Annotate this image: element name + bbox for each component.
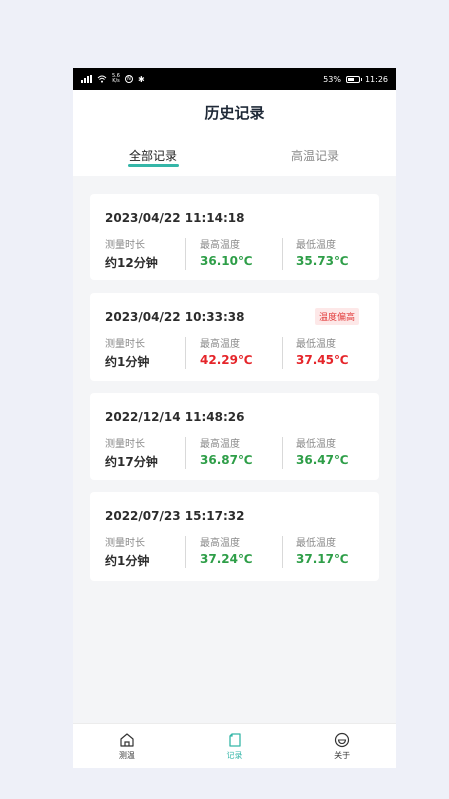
divider	[185, 536, 186, 568]
duration-value: 约12分钟	[105, 256, 158, 270]
duration-column: 测量时长 约1分钟	[105, 534, 149, 569]
min-temp-column: 最低温度 36.47℃	[296, 435, 349, 467]
status-time: 11:26	[364, 74, 388, 84]
max-temp-column: 最高温度 36.10℃	[200, 236, 253, 268]
max-temp-label: 最高温度	[200, 538, 240, 549]
duration-column: 测量时长 约12分钟	[105, 236, 158, 271]
divider	[282, 337, 283, 369]
max-temp-label: 最高温度	[200, 439, 240, 450]
duration-column: 测量时长 约17分钟	[105, 435, 158, 470]
duration-label: 测量时长	[105, 439, 145, 450]
battery-icon	[345, 75, 362, 83]
record-card[interactable]: 2023/04/22 10:33:38 温度偏高 测量时长 约1分钟 最高温度 …	[90, 293, 379, 381]
active-tab-indicator	[128, 164, 179, 167]
bottom-nav: 测温 记录 关于	[73, 723, 396, 768]
min-temp-column: 最低温度 35.73℃	[296, 236, 349, 268]
max-temp-value: 37.24℃	[200, 552, 253, 566]
max-temp-label: 最高温度	[200, 240, 240, 251]
record-datetime: 2023/04/22 11:14:18	[105, 211, 245, 225]
tab-high-temp-records[interactable]: 高温记录	[285, 147, 345, 164]
signal-icon	[81, 75, 92, 83]
nav-records-label: 记录	[226, 751, 243, 760]
min-temp-column: 最低温度 37.17℃	[296, 534, 349, 566]
min-temp-value: 37.17℃	[296, 552, 349, 566]
min-temp-value: 35.73℃	[296, 254, 349, 268]
record-datetime: 2022/07/23 15:17:32	[105, 509, 245, 523]
min-temp-column: 最低温度 37.45℃	[296, 335, 349, 367]
divider	[185, 437, 186, 469]
nav-about-label: 关于	[334, 751, 351, 760]
record-card[interactable]: 2022/07/23 15:17:32 测量时长 约1分钟 最高温度 37.24…	[90, 492, 379, 581]
min-temp-value: 36.47℃	[296, 453, 349, 467]
page-title: 历史记录	[204, 104, 265, 122]
max-temp-value: 42.29℃	[200, 353, 253, 367]
phone-screen: 5.6 K/s N ✱ 53% 11:26 历史记录 全部记录 高温记录 2023…	[73, 68, 396, 768]
duration-value: 约1分钟	[105, 355, 150, 369]
home-icon	[120, 733, 134, 747]
smile-icon	[335, 732, 350, 748]
min-temp-label: 最低温度	[296, 439, 336, 450]
divider	[282, 536, 283, 568]
divider	[282, 238, 283, 270]
max-temp-value: 36.10℃	[200, 254, 253, 268]
max-temp-column: 最高温度 42.29℃	[200, 335, 253, 367]
nav-measure-label: 测温	[118, 751, 135, 760]
record-card[interactable]: 2023/04/22 11:14:18 测量时长 约12分钟 最高温度 36.1…	[90, 194, 379, 280]
nav-about[interactable]: 关于	[288, 724, 396, 768]
nav-records[interactable]: 记录	[181, 724, 289, 768]
record-datetime: 2023/04/22 10:33:38	[105, 310, 245, 324]
record-datetime: 2022/12/14 11:48:26	[105, 410, 245, 424]
network-speed: 5.6 K/s	[112, 73, 120, 84]
divider	[282, 437, 283, 469]
duration-label: 测量时长	[105, 240, 145, 251]
nfc-icon: N	[124, 75, 133, 83]
nav-measure[interactable]: 测温	[73, 724, 181, 768]
max-temp-column: 最高温度 37.24℃	[200, 534, 253, 566]
duration-column: 测量时长 约1分钟	[105, 335, 149, 370]
max-temp-value: 36.87℃	[200, 453, 253, 467]
min-temp-value: 37.45℃	[296, 353, 349, 367]
record-icon	[228, 733, 241, 747]
max-temp-column: 最高温度 36.87℃	[200, 435, 253, 467]
duration-label: 测量时长	[105, 339, 145, 350]
tab-all-records[interactable]: 全部记录	[123, 147, 183, 164]
duration-value: 约17分钟	[105, 455, 158, 469]
status-bar: 5.6 K/s N ✱ 53% 11:26	[73, 68, 396, 90]
max-temp-label: 最高温度	[200, 339, 240, 350]
duration-value: 约1分钟	[105, 554, 150, 568]
min-temp-label: 最低温度	[296, 339, 336, 350]
page-header: 历史记录 全部记录 高温记录	[73, 90, 396, 176]
high-temp-badge: 温度偏高	[314, 308, 359, 325]
battery-percent: 53%	[323, 74, 341, 84]
record-card[interactable]: 2022/12/14 11:48:26 测量时长 约17分钟 最高温度 36.8…	[90, 393, 379, 480]
min-temp-label: 最低温度	[296, 538, 336, 549]
divider	[185, 337, 186, 369]
bluetooth-icon: ✱	[137, 74, 145, 84]
min-temp-label: 最低温度	[296, 240, 336, 251]
duration-label: 测量时长	[105, 538, 145, 549]
wifi-icon	[97, 75, 107, 83]
divider	[185, 238, 186, 270]
